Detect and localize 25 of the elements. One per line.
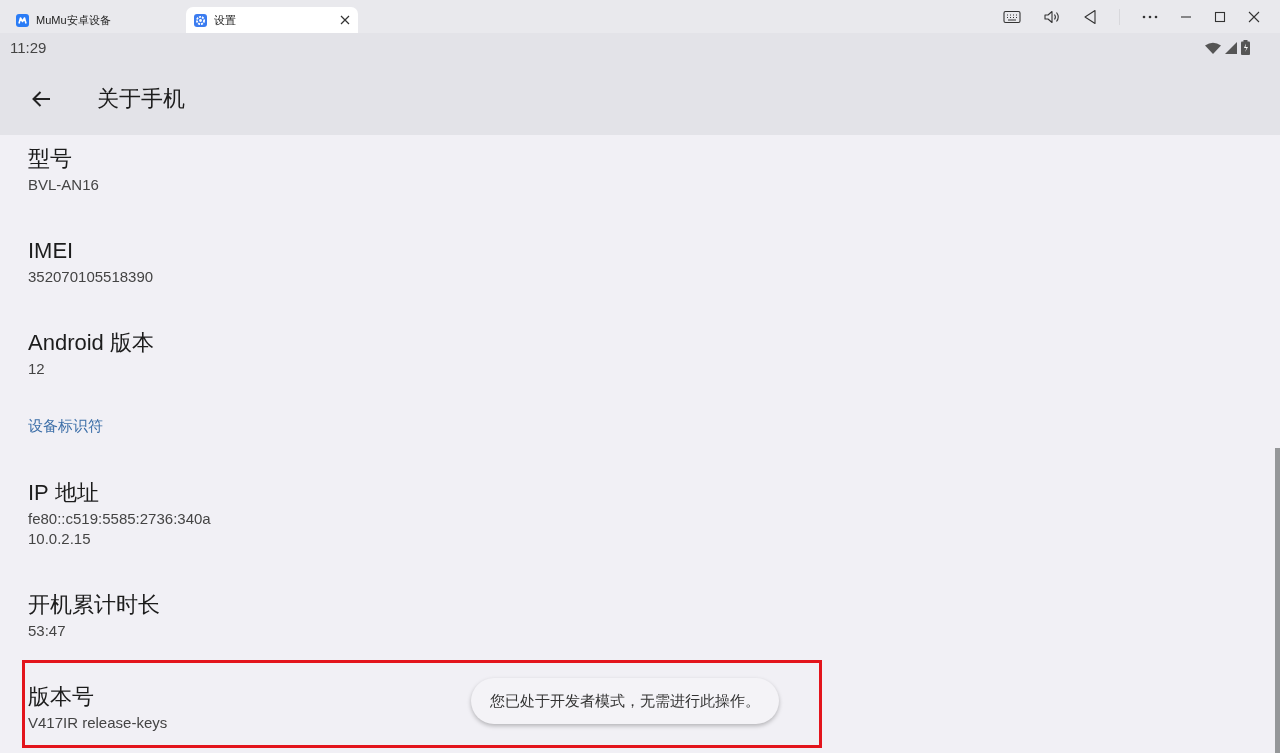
more-icon[interactable] (1142, 14, 1158, 19)
wifi-icon (1205, 41, 1221, 54)
volume-icon[interactable] (1043, 8, 1061, 25)
settings-item[interactable]: IMEI 352070105518390 (0, 214, 1272, 306)
gear-icon (194, 13, 207, 27)
browser-tab[interactable]: MuMu安卓设备 (8, 7, 180, 33)
app-logo-icon (16, 13, 29, 27)
scrollbar[interactable] (1275, 448, 1280, 753)
signal-icon (1225, 41, 1237, 54)
close-icon[interactable] (340, 15, 350, 25)
settings-item[interactable]: 型号 BVL-AN16 (0, 135, 1272, 214)
section-header: 设备标识符 (27, 416, 104, 436)
keyboard-icon[interactable] (1003, 9, 1021, 24)
maximize-icon[interactable] (1214, 10, 1226, 23)
settings-item[interactable]: Android 版本 12 (0, 306, 1272, 398)
settings-item[interactable]: 开机累计时长 53:47 (0, 568, 1272, 660)
back-triangle-icon[interactable] (1083, 8, 1097, 25)
close-icon[interactable] (1248, 10, 1260, 23)
message-toast: 您已处于开发者模式，无需进行此操作。 (471, 678, 779, 724)
settings-item[interactable]: IP 地址 fe80::c519:5585:2736:340a 10.0.2.15 (0, 456, 1272, 568)
status-time: 11:29 (10, 39, 47, 56)
battery-icon (1241, 40, 1250, 55)
browser-tab[interactable]: 设置 (186, 7, 358, 33)
page-title: 关于手机 (97, 84, 185, 113)
back-arrow-icon[interactable] (31, 89, 51, 108)
